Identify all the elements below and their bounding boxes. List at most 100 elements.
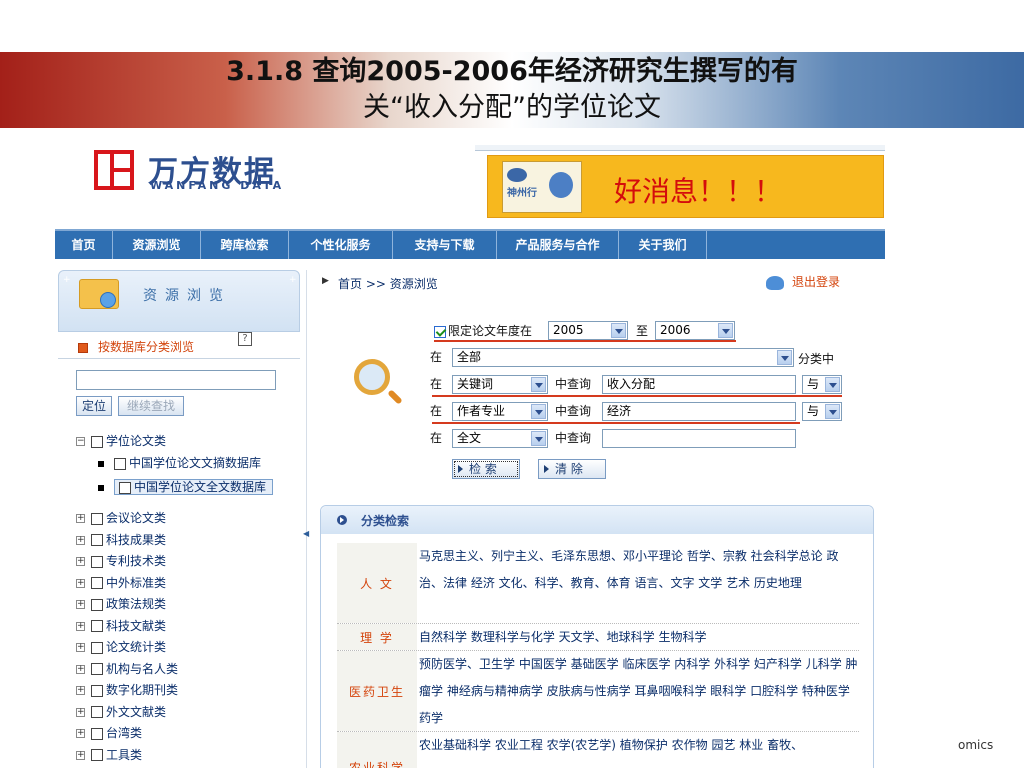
collapse-arrow-icon[interactable]: ◀ [303, 529, 309, 538]
selected-node[interactable]: 中国学位论文全文数据库 [114, 479, 274, 495]
dropdown-arrow-icon[interactable] [825, 404, 840, 419]
nav-item-home[interactable]: 首页 [55, 231, 113, 259]
tree-node-thesis-abstract-db[interactable]: 中国学位论文文摘数据库 [98, 454, 261, 472]
tree-node-conference[interactable]: + 会议论文类 [76, 509, 166, 527]
category-links[interactable]: 自然科学 数理科学与化学 天文学、地球科学 生物科学 [419, 624, 859, 651]
slide-title: 3.1.8 查询2005-2006年经济研究生撰写的有 关“收入分配”的学位论文 [80, 54, 944, 126]
dropdown-arrow-icon[interactable] [718, 323, 733, 338]
tree-node-standards[interactable]: + 中外标准类 [76, 574, 166, 592]
year-to-select[interactable]: 2006 [655, 321, 735, 340]
expand-icon[interactable]: + [76, 578, 85, 588]
dropdown-arrow-icon[interactable] [531, 404, 546, 419]
sidebar-divider [58, 358, 300, 359]
query2-input[interactable]: 经济 [602, 402, 796, 421]
annotation-underline [432, 422, 800, 424]
tree-node-thesis-fulltext-db[interactable]: 中国学位论文全文数据库 [98, 478, 274, 496]
clear-button[interactable]: 清 除 [538, 459, 606, 479]
tree-checkbox[interactable] [91, 706, 103, 718]
dropdown-arrow-icon[interactable] [825, 377, 840, 392]
op2-select[interactable]: 与 [802, 402, 842, 421]
tree-checkbox[interactable] [91, 577, 103, 589]
category-select[interactable]: 全部 [452, 348, 794, 367]
collapse-icon[interactable]: − [76, 437, 85, 446]
expand-icon[interactable]: + [76, 664, 85, 674]
nav-item-browse[interactable]: 资源浏览 [113, 231, 201, 259]
tree-checkbox[interactable] [91, 555, 103, 568]
browse-by-category-link[interactable]: 按数据库分类浏览 [78, 338, 194, 355]
tree-node-label: 会议论文类 [106, 511, 167, 525]
search-button[interactable]: 检 索 [452, 459, 520, 479]
tree-node-institutions[interactable]: + 机构与名人类 [76, 660, 178, 678]
in-label: 在 [430, 431, 443, 445]
tree-node-tools[interactable]: + 工具类 [76, 746, 142, 764]
field3-select[interactable]: 全文 [452, 429, 548, 448]
expand-icon[interactable]: + [76, 600, 85, 609]
tree-node-paper-stats[interactable]: + 论文统计类 [76, 638, 166, 656]
year-from-select[interactable]: 2005 [548, 321, 628, 340]
op1-select[interactable]: 与 [802, 375, 842, 394]
nav-item-personal-service[interactable]: 个性化服务 [289, 231, 393, 259]
expand-icon[interactable]: + [76, 557, 85, 566]
breadcrumb[interactable]: 首页 >> 资源浏览 [338, 275, 438, 292]
query1-input[interactable]: 收入分配 [602, 375, 796, 394]
field1-select[interactable]: 关键词 [452, 375, 548, 394]
expand-icon[interactable]: + [76, 686, 85, 695]
expand-icon[interactable]: + [76, 535, 85, 545]
tree-checkbox[interactable] [91, 641, 103, 654]
search-panel: 限定论文年度在 2005 至 2006 在 全部 分类中 在 关键词 中查询 收… [312, 305, 886, 495]
continue-search-button[interactable]: 继续查找 [118, 396, 184, 416]
logout-link[interactable]: 退出登录 [766, 273, 840, 290]
tree-checkbox[interactable] [91, 663, 103, 675]
ad-banner[interactable]: 神州行 好消息！！！ [487, 155, 884, 218]
dropdown-arrow-icon[interactable] [531, 377, 546, 392]
dropdown-arrow-icon[interactable] [777, 350, 792, 365]
tree-checkbox[interactable] [91, 598, 103, 611]
tree-node-taiwan[interactable]: + 台湾类 [76, 724, 142, 742]
help-icon[interactable]: ? [238, 332, 252, 346]
expand-icon[interactable]: + [76, 621, 85, 631]
dropdown-arrow-icon[interactable] [611, 323, 626, 338]
query3-input[interactable] [602, 429, 796, 448]
tree-checkbox[interactable] [91, 534, 103, 546]
tree-checkbox[interactable] [119, 481, 131, 494]
tree-checkbox[interactable] [114, 457, 126, 470]
tree-checkbox[interactable] [91, 727, 103, 740]
expand-icon[interactable]: + [76, 707, 85, 717]
expand-icon[interactable]: + [76, 643, 85, 652]
category-bullet-icon [78, 342, 88, 353]
tree-node-label: 工具类 [106, 747, 143, 762]
tree-checkbox[interactable] [91, 435, 103, 448]
tree-node-achievements[interactable]: + 科技成果类 [76, 531, 166, 549]
tree-node-policies[interactable]: + 政策法规类 [76, 595, 166, 613]
limit-year-checkbox[interactable] [434, 325, 446, 338]
play-circle-icon [337, 515, 347, 525]
pane-splitter[interactable] [306, 270, 307, 768]
tree-checkbox[interactable] [91, 620, 103, 632]
tree-node-sci-literature[interactable]: + 科技文献类 [76, 617, 166, 635]
field2-select[interactable]: 作者专业 [452, 402, 548, 421]
category-links[interactable]: 马克思主义、列宁主义、毛泽东思想、邓小平理论 哲学、宗教 社会科学总论 政治、法… [419, 543, 859, 597]
field2-value: 作者专业 [457, 404, 506, 418]
nav-item-products[interactable]: 产品服务与合作 [497, 231, 619, 259]
nav-item-cross-search[interactable]: 跨库检索 [201, 231, 289, 259]
tree-node-label: 中国学位论文全文数据库 [134, 480, 267, 494]
expand-icon[interactable]: + [76, 514, 85, 523]
tree-checkbox[interactable] [91, 684, 103, 697]
limit-year-label: 限定论文年度在 [448, 324, 533, 338]
locate-input[interactable] [76, 370, 276, 390]
year-from-value: 2005 [553, 323, 584, 337]
tree-node-foreign-docs[interactable]: + 外文文献类 [76, 703, 166, 721]
tree-node-degree-thesis[interactable]: − 学位论文类 [76, 432, 166, 450]
category-links[interactable]: 农业基础科学 农业工程 农学(农艺学) 植物保护 农作物 园艺 林业 畜牧、 [419, 732, 859, 759]
tree-checkbox[interactable] [91, 749, 103, 761]
expand-icon[interactable]: + [76, 729, 85, 738]
nav-item-support-download[interactable]: 支持与下载 [393, 231, 497, 259]
category-links[interactable]: 预防医学、卫生学 中国医学 基础医学 临床医学 内科学 外科学 妇产科学 儿科学… [419, 651, 859, 732]
tree-node-patents[interactable]: + 专利技术类 [76, 552, 166, 570]
locate-button[interactable]: 定位 [76, 396, 112, 416]
expand-icon[interactable]: + [76, 750, 85, 760]
dropdown-arrow-icon[interactable] [531, 431, 546, 446]
tree-node-digital-journals[interactable]: + 数字化期刊类 [76, 681, 178, 699]
nav-item-about[interactable]: 关于我们 [619, 231, 707, 259]
tree-checkbox[interactable] [91, 512, 103, 525]
